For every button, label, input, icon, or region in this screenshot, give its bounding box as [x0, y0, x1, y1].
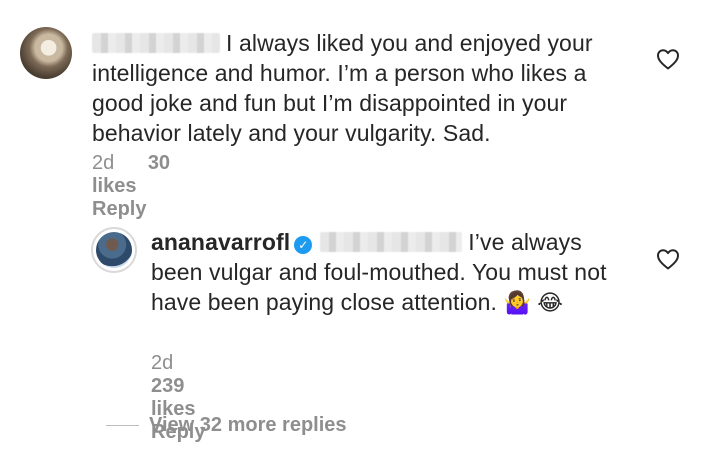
- reply-button[interactable]: Reply: [92, 198, 146, 220]
- comment-meta: 2d 30 likes Reply: [92, 152, 174, 221]
- emojis: 🤷‍♀️ 😂: [503, 290, 564, 315]
- heart-icon[interactable]: [656, 48, 680, 70]
- avatar[interactable]: [91, 227, 137, 273]
- username[interactable]: ananavarrofl: [151, 229, 290, 255]
- divider-line: [106, 425, 139, 426]
- comment-time[interactable]: 2d: [92, 152, 114, 174]
- heart-icon[interactable]: [656, 248, 680, 270]
- redacted-username: [92, 33, 220, 53]
- avatar-image: [96, 232, 132, 268]
- view-more-replies-label: View 32 more replies: [149, 414, 347, 436]
- comment-time[interactable]: 2d: [151, 352, 173, 374]
- redacted-mention: [320, 232, 463, 252]
- comment-body: ananavarrofl ✓ I’ve always been vulgar and…: [151, 227, 631, 317]
- comment-body: I always liked you and enjoyed your inte…: [92, 28, 632, 148]
- view-more-replies[interactable]: View 32 more replies: [106, 414, 347, 437]
- verified-badge-icon: ✓: [294, 236, 313, 254]
- avatar[interactable]: [20, 27, 72, 79]
